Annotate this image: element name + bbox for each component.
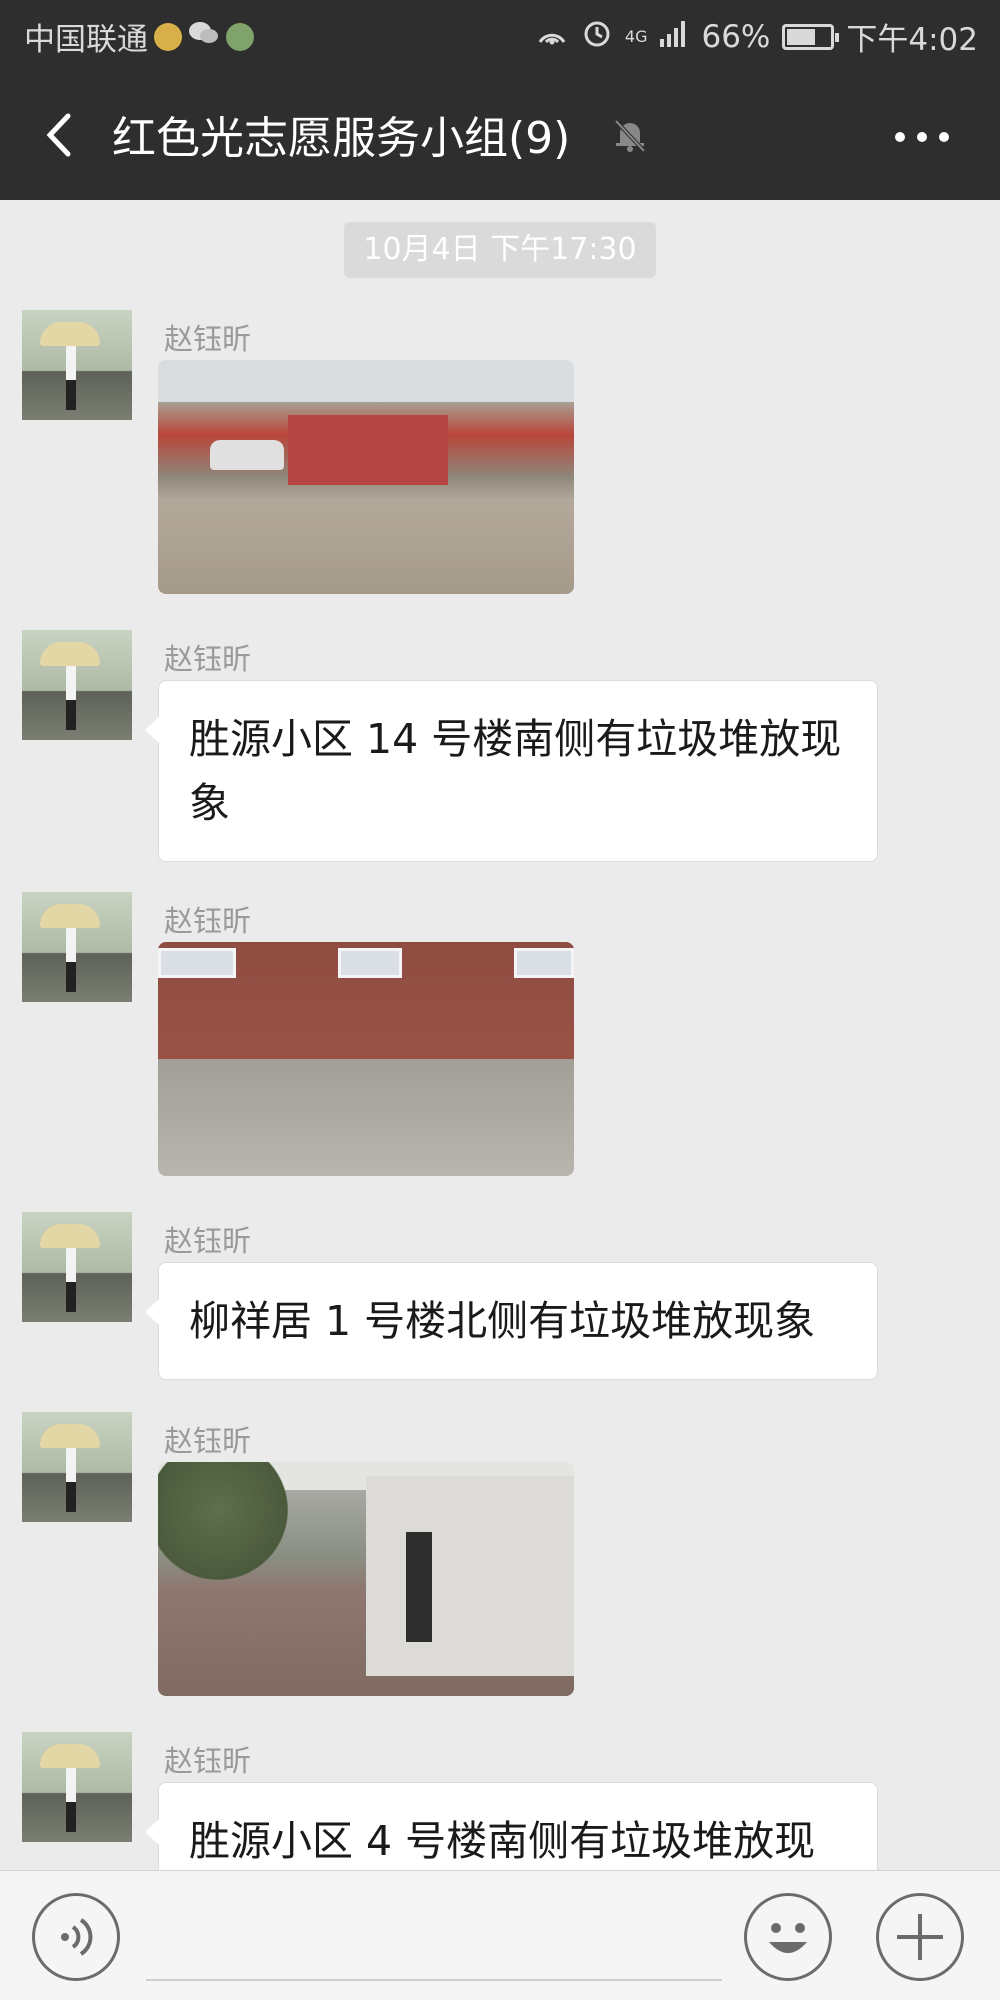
sender-name: 赵钰昕 (164, 904, 252, 938)
message-bubble[interactable]: 柳祥居 1 号楼北侧有垃圾堆放现象 (145, 1262, 878, 1380)
voice-input-button[interactable] (32, 1893, 120, 1981)
chat-header: 红色光志愿服务小组(9) (0, 70, 1000, 200)
sender-name: 赵钰昕 (164, 1224, 252, 1258)
sender-avatar[interactable] (22, 630, 132, 740)
message-bubble[interactable]: 胜源小区 14 号楼南侧有垃圾堆放现象 (145, 680, 878, 862)
sender-avatar[interactable] (22, 1412, 132, 1522)
sender-name: 赵钰昕 (164, 322, 252, 356)
sender-name: 赵钰昕 (164, 642, 252, 676)
chat-message-list[interactable]: 10月4日 下午17:30 赵钰昕 赵钰昕 胜源小区 14 号楼南侧有垃圾堆放现… (0, 200, 1000, 1870)
carrier-label: 中国联通 (24, 22, 148, 58)
wechat-notification-icon (188, 19, 220, 55)
battery-percent: 66% (701, 18, 771, 55)
more-options-icon[interactable] (892, 122, 952, 152)
message-photo[interactable] (158, 1462, 574, 1696)
sender-avatar[interactable] (22, 310, 132, 420)
nfc-icon (535, 18, 569, 56)
mail-notification-icon (154, 22, 182, 51)
message-photo[interactable] (158, 360, 574, 594)
back-icon[interactable] (38, 110, 88, 160)
message-input[interactable] (146, 1895, 722, 1981)
battery-icon (782, 23, 840, 50)
signal-icon (659, 19, 689, 55)
app-notification-icon (226, 22, 254, 51)
emoji-button[interactable] (744, 1893, 832, 1981)
sender-avatar[interactable] (22, 1212, 132, 1322)
input-bar (0, 1870, 1000, 2000)
sender-avatar[interactable] (22, 892, 132, 1002)
message-bubble[interactable]: 胜源小区 4 号楼南侧有垃圾堆放现 (145, 1782, 878, 1870)
message-photo[interactable] (158, 942, 574, 1176)
sender-avatar[interactable] (22, 1732, 132, 1842)
plus-button[interactable] (876, 1893, 964, 1981)
alarm-icon (581, 17, 613, 57)
chat-title: 红色光志愿服务小组(9) (112, 113, 571, 164)
chat-timestamp: 10月4日 下午17:30 (344, 222, 656, 278)
mute-bell-icon (610, 115, 650, 155)
sender-name: 赵钰昕 (164, 1744, 252, 1778)
status-time: 下午4:02 (846, 22, 978, 58)
sender-name: 赵钰昕 (164, 1424, 252, 1458)
status-bar: 中国联通 4G 66% 下午4:02 (0, 0, 1000, 70)
network-type: 4G (624, 26, 648, 46)
